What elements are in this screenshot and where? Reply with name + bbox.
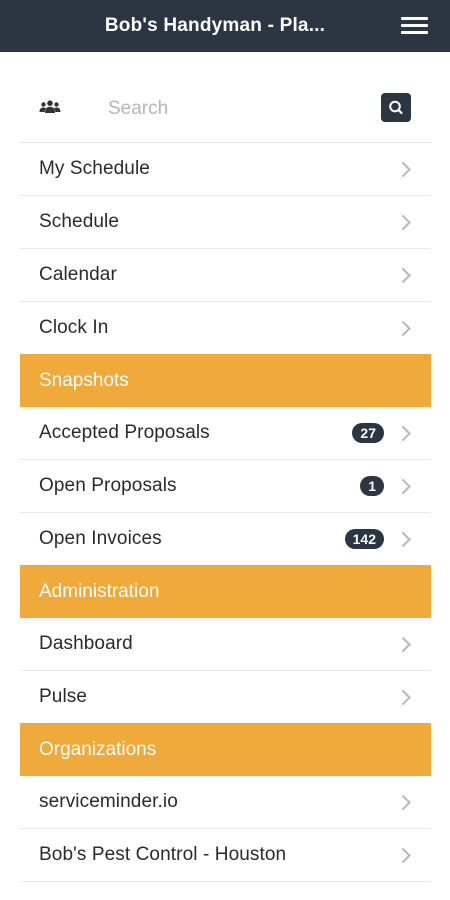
menu-item-accepted-proposals[interactable]: Accepted Proposals 27 xyxy=(20,407,431,460)
chevron-right-icon xyxy=(401,267,411,284)
chevron-right-icon xyxy=(401,320,411,337)
chevron-right-icon xyxy=(401,478,411,495)
menu-item-open-proposals[interactable]: Open Proposals 1 xyxy=(20,460,431,513)
section-title: Organizations xyxy=(39,738,157,760)
menu-item-label: Clock In xyxy=(39,317,109,338)
menu-item-label: Accepted Proposals xyxy=(39,422,210,443)
count-badge: 27 xyxy=(352,423,384,443)
section-header-snapshots: Snapshots xyxy=(20,354,431,407)
organization-label: serviceminder.io xyxy=(39,791,178,812)
section-header-organizations: Organizations xyxy=(20,723,431,776)
chevron-right-icon xyxy=(401,531,411,548)
organization-item-bobs-pest-control[interactable]: Bob's Pest Control - Houston xyxy=(20,829,431,882)
chevron-right-icon xyxy=(401,794,411,811)
section-title: Snapshots xyxy=(39,369,129,391)
menu-item-dashboard[interactable]: Dashboard xyxy=(20,618,431,671)
search-button[interactable] xyxy=(381,93,411,122)
chevron-right-icon xyxy=(401,161,411,178)
page-title: Bob's Handyman - Pla... xyxy=(104,15,326,36)
menu-item-calendar[interactable]: Calendar xyxy=(20,249,431,302)
menu-item-open-invoices[interactable]: Open Invoices 142 xyxy=(20,513,431,565)
menu-item-label: Dashboard xyxy=(39,633,133,654)
organization-label: Bob's Pest Control - Houston xyxy=(39,844,287,865)
menu-item-pulse[interactable]: Pulse xyxy=(20,671,431,723)
section-header-administration: Administration xyxy=(20,565,431,618)
search-input[interactable] xyxy=(106,93,370,125)
hamburger-icon[interactable] xyxy=(401,17,428,35)
search-bar xyxy=(20,80,431,143)
menu-item-clock-in[interactable]: Clock In xyxy=(20,302,431,354)
menu-item-label: Schedule xyxy=(39,211,120,232)
nav-list: My Schedule Schedule Calendar Clock In S… xyxy=(20,80,431,882)
chevron-right-icon xyxy=(401,689,411,706)
menu-item-label: Open Invoices xyxy=(39,528,162,549)
count-badge: 142 xyxy=(344,529,384,549)
menu-item-label: Pulse xyxy=(39,686,88,707)
menu-item-label: Open Proposals xyxy=(39,475,177,496)
chevron-right-icon xyxy=(401,636,411,653)
users-icon xyxy=(39,100,61,113)
menu-item-my-schedule[interactable]: My Schedule xyxy=(20,143,431,196)
chevron-right-icon xyxy=(401,214,411,231)
chevron-right-icon xyxy=(401,847,411,864)
menu-item-label: Calendar xyxy=(39,264,117,285)
section-title: Administration xyxy=(39,580,160,602)
chevron-right-icon xyxy=(401,425,411,442)
search-icon xyxy=(389,100,403,115)
app-header: Bob's Handyman - Pla... xyxy=(0,0,450,52)
menu-item-label: My Schedule xyxy=(39,158,150,179)
menu-item-schedule[interactable]: Schedule xyxy=(20,196,431,249)
organization-item-serviceminder[interactable]: serviceminder.io xyxy=(20,776,431,829)
count-badge: 1 xyxy=(360,476,384,496)
